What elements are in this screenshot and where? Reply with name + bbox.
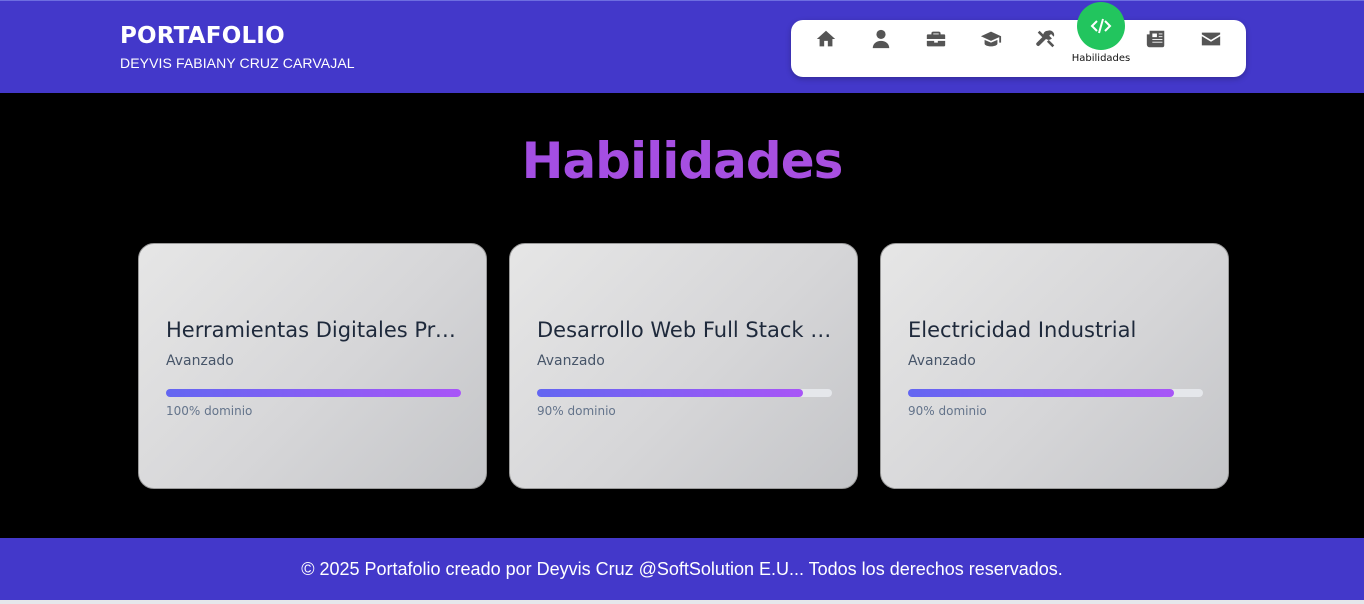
nav-item-blog[interactable]: [1134, 20, 1178, 77]
skill-card: Desarrollo Web Full Stack - Python Avanz…: [509, 243, 858, 489]
skill-progress-fill: [908, 389, 1174, 397]
nav-item-education[interactable]: [969, 20, 1013, 77]
skill-level: Avanzado: [908, 353, 976, 369]
skill-percent: 100% dominio: [166, 404, 253, 418]
skill-progress-track: [908, 389, 1203, 397]
main-nav: Habilidades: [791, 2, 1246, 77]
user-icon: [872, 29, 890, 49]
footer-text: © 2025 Portafolio creado por Deyvis Cruz…: [301, 559, 1063, 579]
section-title: Habilidades: [0, 132, 1364, 190]
skill-progress-fill: [537, 389, 803, 397]
skill-progress-track: [166, 389, 461, 397]
nav-label-skills: Habilidades: [1071, 53, 1131, 64]
site-subtitle: DEYVIS FABIANY CRUZ CARVAJAL: [120, 55, 355, 71]
skill-level: Avanzado: [537, 353, 605, 369]
skill-card: Herramientas Digitales Profesionales Ava…: [138, 243, 487, 489]
newspaper-icon: [1146, 30, 1165, 48]
graduation-cap-icon: [980, 31, 1002, 47]
tools-icon: [1036, 30, 1055, 48]
bottom-strip: [0, 600, 1364, 604]
nav-item-home[interactable]: [804, 20, 848, 77]
skill-percent: 90% dominio: [908, 404, 987, 418]
briefcase-icon: [926, 31, 946, 47]
site-footer: © 2025 Portafolio creado por Deyvis Cruz…: [0, 538, 1364, 600]
brand: PORTAFOLIO DEYVIS FABIANY CRUZ CARVAJAL: [120, 23, 355, 71]
nav-item-experience[interactable]: [914, 20, 958, 77]
skill-progress-fill: [166, 389, 461, 397]
site-title: PORTAFOLIO: [120, 23, 285, 49]
active-nav-bubble: [1077, 2, 1125, 50]
nav-item-skills[interactable]: Habilidades: [1061, 2, 1141, 77]
nav-item-about[interactable]: [859, 20, 903, 77]
skill-percent: 90% dominio: [537, 404, 616, 418]
code-icon: [1090, 18, 1112, 34]
home-icon: [816, 30, 836, 47]
envelope-icon: [1201, 32, 1221, 46]
nav-item-contact[interactable]: [1189, 20, 1233, 77]
skill-name: Herramientas Digitales Profesionales: [166, 318, 462, 342]
skill-card: Electricidad Industrial Avanzado 90% dom…: [880, 243, 1229, 489]
skill-level: Avanzado: [166, 353, 234, 369]
skill-name: Desarrollo Web Full Stack - Python: [537, 318, 833, 342]
skill-name: Electricidad Industrial: [908, 318, 1137, 342]
site-header: PORTAFOLIO DEYVIS FABIANY CRUZ CARVAJAL …: [0, 0, 1364, 93]
skill-progress-track: [537, 389, 832, 397]
